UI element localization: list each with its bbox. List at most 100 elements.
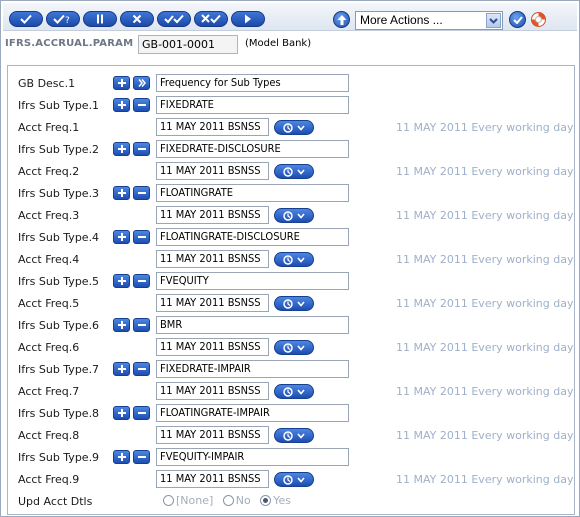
acct-freq-input[interactable]: 11 MAY 2011 BSNSS <box>156 470 269 488</box>
remove-multivalue-button[interactable] <box>133 186 150 200</box>
radio-none-label: [None] <box>176 493 214 507</box>
minus-icon <box>137 280 146 282</box>
frequency-picker-button[interactable] <box>274 296 314 311</box>
sub-type-input[interactable]: FLOATINGRATE-DISCLOSURE <box>156 228 349 246</box>
cross-icon <box>132 14 142 24</box>
expand-more-button[interactable] <box>133 76 150 90</box>
help-lifebuoy-icon <box>531 12 546 27</box>
plus-icon <box>117 145 126 153</box>
form-panel: GB Desc.1 Frequency for Sub Types Ifrs S… <box>7 65 575 515</box>
frequency-picker-button[interactable] <box>274 384 314 399</box>
sub-type-label: Ifrs Sub Type.7 <box>18 363 100 376</box>
sub-type-row: Ifrs Sub Type.9 FVEQUITY-IMPAIR <box>8 446 574 468</box>
authorise-button[interactable] <box>157 11 191 27</box>
acct-freq-input[interactable]: 11 MAY 2011 BSNSS <box>156 206 269 224</box>
acct-freq-input[interactable]: 11 MAY 2011 BSNSS <box>156 426 269 444</box>
acct-freq-input[interactable]: 11 MAY 2011 BSNSS <box>156 382 269 400</box>
acct-freq-input[interactable]: 11 MAY 2011 BSNSS <box>156 118 269 136</box>
add-multivalue-button[interactable] <box>113 450 130 464</box>
sub-type-input[interactable]: FVEQUITY-IMPAIR <box>156 448 349 466</box>
radio-yes-label: Yes <box>273 493 292 507</box>
sub-type-input[interactable]: FIXEDRATE-DISCLOSURE <box>156 140 349 158</box>
plus-icon <box>117 189 126 197</box>
remove-multivalue-button[interactable] <box>133 230 150 244</box>
acct-freq-input[interactable]: 11 MAY 2011 BSNSS <box>156 294 269 312</box>
sub-type-row: Ifrs Sub Type.3 FLOATINGRATE <box>8 182 574 204</box>
acct-freq-input[interactable]: 11 MAY 2011 BSNSS <box>156 338 269 356</box>
add-multivalue-button[interactable] <box>113 274 130 288</box>
next-button[interactable] <box>231 11 265 27</box>
acct-freq-enrichment: 11 MAY 2011 Every working day <box>396 429 574 442</box>
gb-desc-input[interactable]: Frequency for Sub Types <box>156 74 349 92</box>
add-multivalue-button[interactable] <box>113 142 130 156</box>
record-id-field[interactable]: GB-001-0001 <box>138 35 238 54</box>
add-multivalue-button[interactable] <box>113 186 130 200</box>
sub-type-input[interactable]: FVEQUITY <box>156 272 349 290</box>
sub-type-input[interactable]: FIXEDRATE-IMPAIR <box>156 360 349 378</box>
application-name: IFRS.ACCRUAL.PARAM <box>5 38 134 49</box>
remove-multivalue-button[interactable] <box>133 362 150 376</box>
more-actions-select[interactable]: More Actions ... <box>355 11 503 30</box>
minus-icon <box>137 104 146 106</box>
add-multivalue-button[interactable] <box>113 406 130 420</box>
help-button[interactable] <box>530 11 547 28</box>
go-button[interactable] <box>509 11 526 28</box>
radio-no[interactable] <box>222 494 234 506</box>
svg-text:?: ? <box>65 16 70 24</box>
minus-icon <box>137 148 146 150</box>
upd-acct-dtls-row: Upd Acct Dtls [None] No Yes <box>8 490 574 512</box>
remove-multivalue-button[interactable] <box>133 450 150 464</box>
acct-freq-row: Acct Freq.6 11 MAY 2011 BSNSS 11 MAY 2011 … <box>8 336 574 358</box>
acct-freq-enrichment: 11 MAY 2011 Every working day <box>396 341 574 354</box>
plus-icon <box>117 321 126 329</box>
add-multivalue-button[interactable] <box>113 230 130 244</box>
double-chevron-right-icon <box>137 79 146 87</box>
remove-multivalue-button[interactable] <box>133 318 150 332</box>
acct-freq-row: Acct Freq.5 11 MAY 2011 BSNSS 11 MAY 2011 … <box>8 292 574 314</box>
frequency-picker-button[interactable] <box>274 164 314 179</box>
acct-freq-enrichment: 11 MAY 2011 Every working day <box>396 121 574 134</box>
acct-freq-label: Acct Freq.4 <box>18 253 80 266</box>
hold-button[interactable] <box>83 11 117 27</box>
chevron-down-icon[interactable] <box>486 13 501 28</box>
radio-yes[interactable] <box>260 494 272 506</box>
pause-icon <box>97 14 103 24</box>
date-picker-icon <box>283 210 305 221</box>
add-multivalue-button[interactable] <box>113 318 130 332</box>
acct-freq-input[interactable]: 11 MAY 2011 BSNSS <box>156 162 269 180</box>
toolbar: ? More Actions ... <box>3 3 577 31</box>
sub-type-row: Ifrs Sub Type.7 FIXEDRATE-IMPAIR <box>8 358 574 380</box>
up-arrow-button[interactable] <box>333 11 350 28</box>
frequency-picker-button[interactable] <box>274 472 314 487</box>
remove-multivalue-button[interactable] <box>133 406 150 420</box>
expand-plus-button[interactable] <box>113 76 130 90</box>
frequency-picker-button[interactable] <box>274 252 314 267</box>
acct-freq-label: Acct Freq.3 <box>18 209 80 222</box>
remove-multivalue-button[interactable] <box>133 98 150 112</box>
sub-type-input[interactable]: FLOATINGRATE-IMPAIR <box>156 404 349 422</box>
sub-type-input[interactable]: FLOATINGRATE <box>156 184 349 202</box>
frequency-picker-button[interactable] <box>274 428 314 443</box>
frequency-picker-button[interactable] <box>274 120 314 135</box>
upd-acct-dtls-radio-group: [None] No Yes <box>163 493 297 511</box>
sub-type-label: Ifrs Sub Type.3 <box>18 187 100 200</box>
commit-button[interactable] <box>9 11 43 27</box>
plus-icon <box>117 365 126 373</box>
remove-multivalue-button[interactable] <box>133 274 150 288</box>
frequency-picker-button[interactable] <box>274 340 314 355</box>
add-multivalue-button[interactable] <box>113 362 130 376</box>
radio-none[interactable] <box>163 494 174 506</box>
acct-freq-input[interactable]: 11 MAY 2011 BSNSS <box>156 250 269 268</box>
delete-button[interactable] <box>120 11 154 27</box>
reverse-button[interactable] <box>194 11 228 27</box>
sub-type-input[interactable]: BMR <box>156 316 349 334</box>
remove-multivalue-button[interactable] <box>133 142 150 156</box>
frequency-picker-button[interactable] <box>274 208 314 223</box>
date-picker-icon <box>283 430 305 441</box>
validate-button[interactable]: ? <box>46 11 80 27</box>
date-picker-icon <box>283 342 305 353</box>
date-picker-icon <box>283 386 305 397</box>
app-window: ? More Actions ... IFRS.ACCRUAL.PARAM GB… <box>0 0 580 517</box>
sub-type-input[interactable]: FIXEDRATE <box>156 96 349 114</box>
add-multivalue-button[interactable] <box>113 98 130 112</box>
